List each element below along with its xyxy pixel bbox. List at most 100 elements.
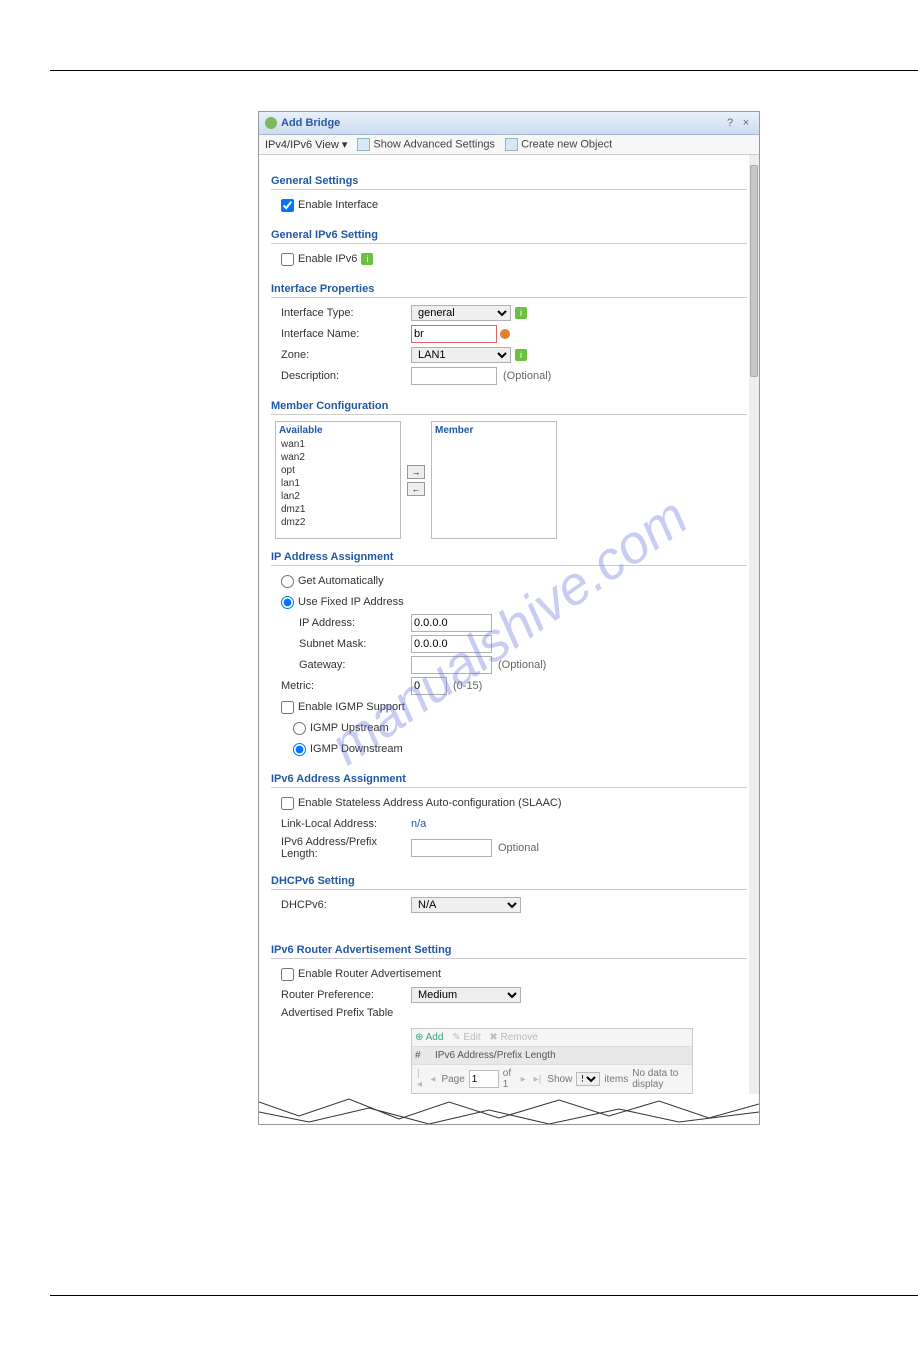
linklocal-value: n/a bbox=[411, 818, 426, 830]
page-label: Page bbox=[441, 1074, 464, 1085]
first-page-button[interactable]: |◂ bbox=[415, 1068, 424, 1090]
next-page-button[interactable]: ▸ bbox=[519, 1074, 528, 1085]
iface-name-label: Interface Name: bbox=[281, 328, 411, 340]
subnet-mask-label: Subnet Mask: bbox=[299, 638, 411, 650]
add-icon bbox=[265, 117, 277, 129]
enable-ra-checkbox[interactable] bbox=[281, 968, 294, 981]
section-interface-props: Interface Properties bbox=[271, 271, 747, 298]
table-add-button[interactable]: ⊕ Add bbox=[415, 1032, 443, 1043]
igmp-downstream-radio[interactable] bbox=[293, 743, 306, 756]
igmp-downstream-label: IGMP Downstream bbox=[310, 743, 403, 755]
get-auto-radio[interactable] bbox=[281, 575, 294, 588]
slaac-checkbox[interactable] bbox=[281, 797, 294, 810]
dialog-title: Add Bridge bbox=[281, 117, 721, 129]
list-item[interactable]: lan2 bbox=[279, 490, 397, 503]
section-general-ipv6: General IPv6 Setting bbox=[271, 217, 747, 244]
items-label: items bbox=[604, 1074, 628, 1085]
zone-label: Zone: bbox=[281, 349, 411, 361]
igmp-upstream-radio[interactable] bbox=[293, 722, 306, 735]
optional-hint: Optional bbox=[498, 842, 539, 854]
table-edit-button[interactable]: ✎ Edit bbox=[452, 1032, 480, 1043]
section-member-config: Member Configuration bbox=[271, 388, 747, 415]
ipv6-prefix-input[interactable] bbox=[411, 839, 492, 857]
enable-ipv6-label: Enable IPv6 bbox=[298, 253, 357, 265]
create-object-button[interactable]: Create new Object bbox=[505, 138, 612, 151]
fixed-ip-label: Use Fixed IP Address bbox=[298, 596, 404, 608]
show-advanced-toggle[interactable]: Show Advanced Settings bbox=[357, 138, 495, 151]
page-size-select[interactable]: 50 bbox=[576, 1072, 600, 1086]
igmp-checkbox[interactable] bbox=[281, 701, 294, 714]
close-button[interactable]: × bbox=[739, 116, 753, 130]
move-left-button[interactable]: ← bbox=[407, 482, 425, 496]
router-pref-select[interactable]: Medium bbox=[411, 987, 521, 1003]
description-label: Description: bbox=[281, 370, 411, 382]
igmp-label: Enable IGMP Support bbox=[298, 701, 405, 713]
prefix-table-label: Advertised Prefix Table bbox=[281, 1007, 411, 1019]
list-item[interactable]: wan1 bbox=[279, 438, 397, 451]
zone-select[interactable]: LAN1 bbox=[411, 347, 511, 363]
new-icon bbox=[505, 138, 518, 151]
ipv6-prefix-label: IPv6 Address/Prefix Length: bbox=[281, 836, 411, 860]
help-button[interactable]: ? bbox=[723, 116, 737, 130]
router-pref-label: Router Preference: bbox=[281, 989, 411, 1001]
section-ipv6-ra: IPv6 Router Advertisement Setting bbox=[271, 932, 747, 959]
last-page-button[interactable]: ▸| bbox=[532, 1074, 544, 1085]
list-item[interactable]: dmz1 bbox=[279, 503, 397, 516]
toolbar: IPv4/IPv6 View ▾ Show Advanced Settings … bbox=[259, 135, 759, 155]
prefix-table: ⊕ Add ✎ Edit ✖ Remove #IPv6 Address/Pref… bbox=[411, 1028, 693, 1094]
enable-interface-checkbox[interactable] bbox=[281, 199, 294, 212]
torn-edge bbox=[259, 1094, 759, 1124]
dhcpv6-label: DHCPv6: bbox=[281, 899, 411, 911]
ip-address-label: IP Address: bbox=[299, 617, 411, 629]
view-dropdown[interactable]: IPv4/IPv6 View ▾ bbox=[265, 138, 347, 151]
section-general: General Settings bbox=[271, 163, 747, 190]
iface-type-select[interactable]: general bbox=[411, 305, 511, 321]
show-label: Show bbox=[547, 1074, 572, 1085]
metric-input[interactable] bbox=[411, 677, 447, 695]
warning-icon bbox=[500, 329, 510, 339]
enable-ipv6-checkbox[interactable] bbox=[281, 253, 294, 266]
member-legend: Member bbox=[435, 425, 553, 436]
description-input[interactable] bbox=[411, 367, 497, 385]
iface-name-input[interactable] bbox=[411, 325, 497, 343]
prev-page-button[interactable]: ◂ bbox=[428, 1074, 437, 1085]
member-listbox[interactable]: Member bbox=[431, 421, 557, 539]
optional-hint: (Optional) bbox=[503, 370, 551, 382]
gateway-input[interactable] bbox=[411, 656, 492, 674]
info-icon[interactable]: i bbox=[515, 307, 527, 319]
metric-hint: (0-15) bbox=[453, 680, 482, 692]
info-icon[interactable]: i bbox=[361, 253, 373, 265]
toggle-icon bbox=[357, 138, 370, 151]
subnet-mask-input[interactable] bbox=[411, 635, 492, 653]
available-legend: Available bbox=[279, 425, 397, 436]
slaac-label: Enable Stateless Address Auto-configurat… bbox=[298, 797, 562, 809]
gateway-label: Gateway: bbox=[299, 659, 411, 671]
dhcpv6-select[interactable]: N/A bbox=[411, 897, 521, 913]
col-num: # bbox=[415, 1050, 435, 1061]
list-item[interactable]: dmz2 bbox=[279, 516, 397, 529]
add-bridge-dialog: Add Bridge ? × IPv4/IPv6 View ▾ Show Adv… bbox=[258, 111, 760, 1125]
table-remove-button[interactable]: ✖ Remove bbox=[489, 1032, 537, 1043]
available-listbox[interactable]: Available wan1 wan2 opt lan1 lan2 dmz1 d… bbox=[275, 421, 401, 539]
section-ip-assignment: IP Address Assignment bbox=[271, 539, 747, 566]
page-input[interactable] bbox=[469, 1070, 499, 1088]
enable-interface-label: Enable Interface bbox=[298, 199, 378, 211]
linklocal-label: Link-Local Address: bbox=[281, 818, 411, 830]
col-prefix: IPv6 Address/Prefix Length bbox=[435, 1050, 556, 1061]
enable-ra-label: Enable Router Advertisement bbox=[298, 968, 441, 980]
section-ipv6-assignment: IPv6 Address Assignment bbox=[271, 761, 747, 788]
igmp-upstream-label: IGMP Upstream bbox=[310, 722, 389, 734]
optional-hint: (Optional) bbox=[498, 659, 546, 671]
section-dhcpv6: DHCPv6 Setting bbox=[271, 863, 747, 890]
dialog-titlebar: Add Bridge ? × bbox=[259, 112, 759, 135]
get-auto-label: Get Automatically bbox=[298, 575, 384, 587]
list-item[interactable]: wan2 bbox=[279, 451, 397, 464]
ip-address-input[interactable] bbox=[411, 614, 492, 632]
no-data-label: No data to display bbox=[632, 1068, 689, 1090]
page-of: of 1 bbox=[503, 1068, 515, 1090]
info-icon[interactable]: i bbox=[515, 349, 527, 361]
list-item[interactable]: opt bbox=[279, 464, 397, 477]
move-right-button[interactable]: → bbox=[407, 465, 425, 479]
list-item[interactable]: lan1 bbox=[279, 477, 397, 490]
fixed-ip-radio[interactable] bbox=[281, 596, 294, 609]
